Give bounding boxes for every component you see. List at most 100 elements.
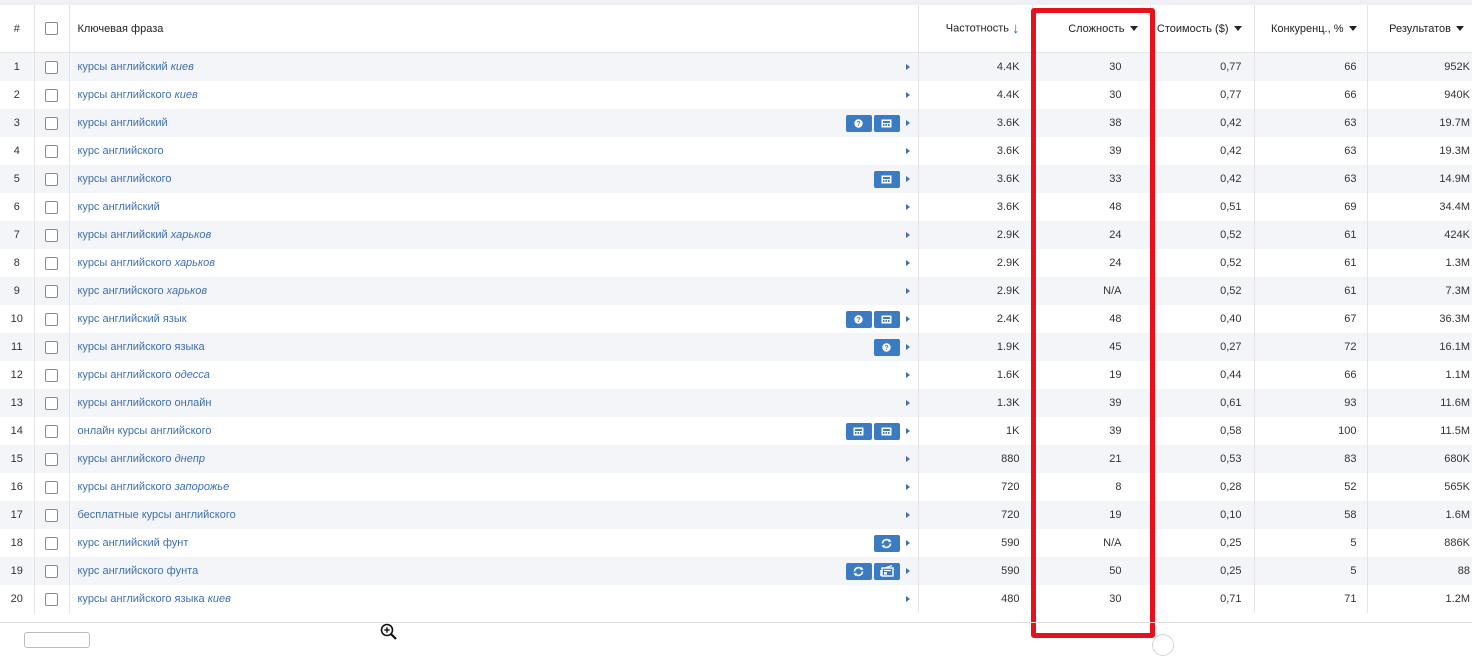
expand-caret-icon[interactable] [905,92,910,98]
expand-caret-icon[interactable] [905,568,910,574]
table-row[interactable]: 16 курсы английского запорожье 720 8 0,28 52 5… [0,473,1472,501]
row-checkbox[interactable] [45,592,58,606]
question-icon[interactable]: ? [873,338,900,356]
expand-caret-icon[interactable] [905,428,910,434]
row-checkbox[interactable] [45,340,58,354]
expand-caret-icon[interactable] [905,260,910,266]
keyword-link[interactable]: курсы английского онлайн [78,397,212,409]
table-row[interactable]: 19 курс английского фунта 590 50 0,25 5 88 [0,557,1472,585]
table-row[interactable]: 10 курс английский язык? 2.4K 48 0,40 67 36.3M [0,305,1472,333]
row-checkbox[interactable] [45,284,58,298]
image-icon[interactable] [873,114,900,132]
keyword-link[interactable]: курс английского [78,145,164,157]
row-checkbox-cell[interactable] [33,81,70,109]
expand-caret-icon[interactable] [905,456,910,462]
expand-caret-icon[interactable] [905,484,910,490]
row-checkbox[interactable] [45,144,58,158]
expand-caret-icon[interactable] [905,148,910,154]
table-row[interactable]: 4 курс английского 3.6K 39 0,42 63 19.3M [0,137,1472,165]
table-row[interactable]: 20 курсы английского языка киев 480 30 0,71 7… [0,585,1472,613]
keyword-link[interactable]: курсы английского одесса [78,369,210,381]
row-checkbox[interactable] [45,60,58,74]
table-row[interactable]: 15 курсы английского днепр 880 21 0,53 83 680K [0,445,1472,473]
keyword-link[interactable]: курсы английского харьков [78,257,216,269]
row-checkbox-cell[interactable] [33,445,70,473]
row-checkbox[interactable] [45,88,58,102]
keyword-link[interactable]: курсы английский [78,117,168,129]
row-checkbox-cell[interactable] [33,193,70,221]
table-row[interactable]: 9 курс английского харьков 2.9K N/A 0,52 61 7.… [0,277,1472,305]
table-row[interactable]: 8 курсы английского харьков 2.9K 24 0,52 61 1.… [0,249,1472,277]
row-checkbox-cell[interactable] [33,417,70,445]
table-row[interactable]: 1 курсы английский киев 4.4K 30 0,77 66 952K [0,52,1472,81]
question-icon[interactable]: ? [845,114,872,132]
table-row[interactable]: 12 курсы английского одесса 1.6K 19 0,44 66 1.… [0,361,1472,389]
keyword-link[interactable]: курсы английского [78,173,172,185]
row-checkbox[interactable] [45,536,58,550]
expand-caret-icon[interactable] [905,344,910,350]
row-checkbox-cell[interactable] [33,361,70,389]
image-icon[interactable] [873,310,900,328]
table-row[interactable]: 7 курсы английский харьков 2.9K 24 0,52 61 424… [0,221,1472,249]
expand-caret-icon[interactable] [905,232,910,238]
table-row[interactable]: 18 курс английский фунт 590 N/A 0,25 5 886K [0,529,1472,557]
keyword-link[interactable]: курсы английского языка киев [78,593,231,605]
newspaper-icon[interactable] [873,562,900,580]
page-size-select[interactable] [24,632,90,648]
header-difficulty[interactable]: Сложность [1032,5,1151,53]
header-frequency[interactable]: Частотность ↓ [918,5,1033,53]
table-row[interactable]: 17 бесплатные курсы английского 720 19 0,10 5… [0,501,1472,529]
keyword-link[interactable]: онлайн курсы английского [78,425,212,437]
table-row[interactable]: 6 курс английский 3.6K 48 0,51 69 34.4M [0,193,1472,221]
row-checkbox[interactable] [45,116,58,130]
table-row[interactable]: 11 курсы английского языка? 1.9K 45 0,27 72 16… [0,333,1472,361]
expand-caret-icon[interactable] [905,120,910,126]
expand-caret-icon[interactable] [905,596,910,602]
header-select-all[interactable] [33,5,70,53]
expand-caret-icon[interactable] [905,176,910,182]
header-competition[interactable]: Конкуренц., % [1254,5,1368,53]
keyword-link[interactable]: курсы английского запорожье [78,481,230,493]
row-checkbox[interactable] [45,424,58,438]
row-checkbox-cell[interactable] [33,52,70,81]
image-icon[interactable] [845,422,872,440]
keyword-link[interactable]: курс английского фунта [78,565,199,577]
keyword-link[interactable]: курс английский язык [78,313,187,325]
image-icon[interactable] [873,422,900,440]
row-checkbox-cell[interactable] [33,165,70,193]
expand-caret-icon[interactable] [905,372,910,378]
expand-caret-icon[interactable] [905,288,910,294]
row-checkbox[interactable] [45,564,58,578]
row-checkbox-cell[interactable] [33,221,70,249]
row-checkbox[interactable] [45,368,58,382]
row-checkbox[interactable] [45,228,58,242]
row-checkbox[interactable] [45,396,58,410]
row-checkbox[interactable] [45,452,58,466]
row-checkbox-cell[interactable] [33,473,70,501]
row-checkbox-cell[interactable] [33,585,70,613]
row-checkbox-cell[interactable] [33,249,70,277]
question-icon[interactable]: ? [845,310,872,328]
table-row[interactable]: 13 курсы английского онлайн 1.3K 39 0,61 93 11… [0,389,1472,417]
row-checkbox-cell[interactable] [33,109,70,137]
image-icon[interactable] [873,170,900,188]
scroll-top-button[interactable] [1152,634,1174,656]
expand-caret-icon[interactable] [905,204,910,210]
expand-caret-icon[interactable] [905,316,910,322]
header-cost[interactable]: Стоимость ($) [1150,5,1255,53]
expand-caret-icon[interactable] [905,512,910,518]
row-checkbox-cell[interactable] [33,305,70,333]
expand-caret-icon[interactable] [905,540,910,546]
row-checkbox[interactable] [45,312,58,326]
row-checkbox-cell[interactable] [33,333,70,361]
table-row[interactable]: 5 курсы английского 3.6K 33 0,42 63 14.9M [0,165,1472,193]
keyword-link[interactable]: курсы английский киев [78,61,194,73]
keyword-link[interactable]: курсы английского киев [78,89,198,101]
row-checkbox-cell[interactable] [33,389,70,417]
header-results[interactable]: Результатов [1367,5,1472,53]
row-checkbox[interactable] [45,256,58,270]
keyword-link[interactable]: курсы английский харьков [78,229,212,241]
row-checkbox[interactable] [45,508,58,522]
expand-caret-icon[interactable] [905,64,910,70]
row-checkbox[interactable] [45,200,58,214]
